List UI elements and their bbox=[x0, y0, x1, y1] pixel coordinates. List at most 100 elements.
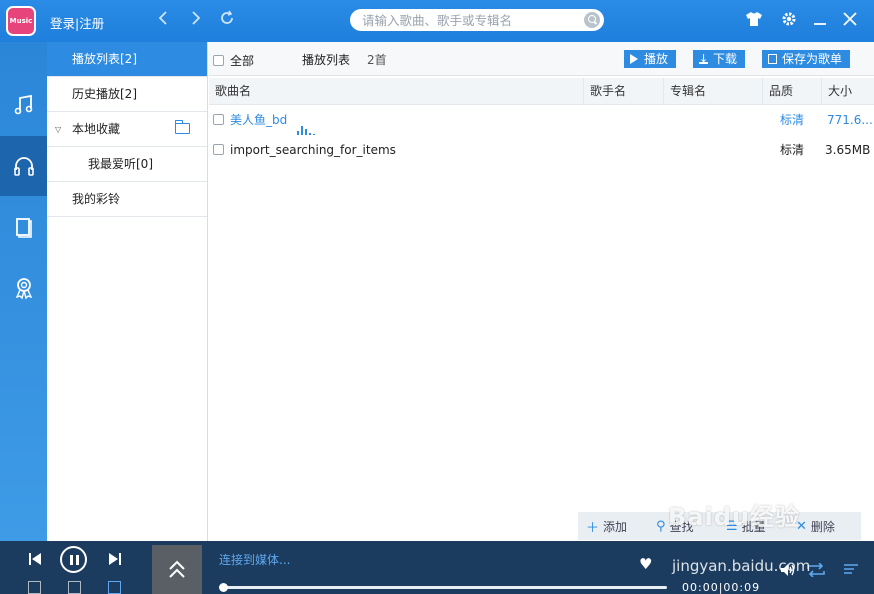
login-register: 登录|注册 bbox=[50, 13, 104, 32]
music-note-icon bbox=[14, 94, 32, 115]
award-icon bbox=[15, 278, 32, 300]
search-icon[interactable] bbox=[584, 12, 600, 28]
register-link[interactable]: 注册 bbox=[79, 16, 104, 31]
song-name-cell: import_searching_for_items bbox=[230, 135, 580, 165]
save-as-list-button[interactable]: 保存为歌单 bbox=[762, 50, 851, 68]
skip-next-icon bbox=[109, 553, 121, 565]
plus-icon: ＋ bbox=[586, 520, 600, 536]
column-album[interactable]: 专辑名 bbox=[663, 78, 762, 105]
title-bar: Music 登录|注册 bbox=[0, 0, 874, 42]
album-cell bbox=[669, 105, 762, 135]
login-link[interactable]: 登录 bbox=[50, 16, 75, 31]
song-name: 美人鱼_bd bbox=[230, 113, 288, 127]
size-cell: 771.6... bbox=[827, 113, 873, 127]
download-icon bbox=[699, 50, 708, 68]
sidebar-item-ringtones[interactable]: 我的彩铃 bbox=[47, 182, 207, 217]
delete-button[interactable]: ✕ 删除 bbox=[796, 518, 858, 535]
close-icon bbox=[843, 12, 857, 26]
table-header: 歌曲名 歌手名 专辑名 品质 大小 bbox=[209, 78, 874, 105]
main-panel: 全部 播放列表 2首 播放 下载 保存为歌单 歌曲名 歌手名 专辑名 品质 大小… bbox=[209, 42, 874, 541]
headphones-icon bbox=[13, 157, 34, 176]
nav-headphones[interactable] bbox=[0, 136, 47, 196]
chevron-left-icon bbox=[158, 11, 167, 25]
sidebar-item-label: 历史播放[2] bbox=[72, 87, 137, 101]
refresh-icon bbox=[221, 10, 233, 24]
gear-icon bbox=[782, 12, 796, 26]
sidebar-item-label: 本地收藏 bbox=[72, 122, 121, 136]
book-icon bbox=[15, 218, 32, 238]
close-button[interactable] bbox=[840, 11, 860, 31]
add-button[interactable]: ＋ 添加 bbox=[586, 517, 648, 536]
table-row[interactable]: import_searching_for_items 标清 3.65MB bbox=[209, 135, 874, 165]
player-status: 连接到媒体... bbox=[219, 553, 291, 567]
row-checkbox[interactable] bbox=[213, 114, 224, 125]
minimize-button[interactable] bbox=[810, 11, 830, 31]
sidebar-item-history[interactable]: 历史播放[2] bbox=[47, 77, 207, 112]
playlist-icon[interactable] bbox=[843, 563, 859, 581]
sidebar-item-label: 我最爱听[0] bbox=[88, 157, 153, 171]
pause-button[interactable] bbox=[60, 546, 87, 573]
add-label: 添加 bbox=[603, 519, 628, 534]
size-cell: 3.65MB bbox=[825, 143, 871, 157]
select-all[interactable]: 全部 bbox=[213, 52, 254, 69]
sidebar-item-playlist[interactable]: 播放列表[2] bbox=[47, 42, 207, 77]
sidebar: 播放列表[2] 历史播放[2] ▽ 本地收藏 我最爱听[0] 我的彩铃 bbox=[47, 42, 208, 541]
next-button[interactable] bbox=[108, 552, 122, 566]
skin-button[interactable] bbox=[744, 11, 764, 31]
nav-icon-bar bbox=[0, 42, 47, 541]
sidebar-item-label: 播放列表[2] bbox=[72, 52, 137, 66]
watermark-brand: Baidu经验 bbox=[668, 503, 800, 531]
delete-label: 删除 bbox=[810, 519, 835, 534]
list-label: 播放列表 bbox=[302, 53, 351, 67]
row-checkbox[interactable] bbox=[213, 144, 224, 155]
playing-equalizer-icon bbox=[297, 106, 317, 135]
download-button[interactable]: 下载 bbox=[693, 50, 746, 68]
refresh-button[interactable] bbox=[218, 10, 236, 30]
search-box bbox=[350, 9, 604, 31]
save-icon bbox=[768, 54, 777, 64]
mini-mode-icon[interactable] bbox=[68, 581, 81, 594]
play-button[interactable]: 播放 bbox=[624, 50, 677, 68]
previous-button[interactable] bbox=[28, 552, 42, 566]
search-icon: ⚲ bbox=[656, 518, 666, 534]
sidebar-item-most-loved[interactable]: 我最爱听[0] bbox=[47, 147, 207, 182]
back-button[interactable] bbox=[154, 10, 172, 30]
album-art[interactable] bbox=[152, 545, 202, 594]
play-icon bbox=[630, 54, 639, 64]
artist-cell bbox=[589, 135, 663, 165]
song-count: 2首 bbox=[367, 53, 387, 67]
table-row[interactable]: 美人鱼_bd 标清 771.6... bbox=[209, 105, 874, 135]
nav-music[interactable] bbox=[0, 75, 47, 135]
search-input[interactable] bbox=[350, 9, 570, 31]
column-quality[interactable]: 品质 bbox=[762, 78, 821, 105]
artist-cell bbox=[589, 105, 663, 135]
folder-icon[interactable] bbox=[174, 120, 190, 134]
logo-text: Music bbox=[9, 17, 33, 25]
song-name: import_searching_for_items bbox=[230, 143, 396, 157]
expand-triangle-icon[interactable]: ▽ bbox=[55, 112, 61, 147]
forward-button[interactable] bbox=[187, 10, 205, 30]
favorite-heart-icon[interactable]: ♥ bbox=[639, 555, 652, 573]
progress-slider[interactable] bbox=[219, 583, 667, 592]
progress-knob[interactable] bbox=[219, 583, 228, 592]
column-song-name[interactable]: 歌曲名 bbox=[209, 78, 583, 105]
nav-library[interactable] bbox=[0, 197, 47, 257]
download-label: 下载 bbox=[713, 52, 738, 66]
shirt-icon bbox=[746, 12, 762, 26]
column-artist[interactable]: 歌手名 bbox=[583, 78, 663, 105]
sidebar-item-label: 我的彩铃 bbox=[72, 192, 121, 206]
album-cell bbox=[669, 135, 762, 165]
select-all-label: 全部 bbox=[230, 54, 255, 68]
select-all-checkbox[interactable] bbox=[213, 55, 224, 66]
column-size[interactable]: 大小 bbox=[821, 78, 874, 105]
skip-previous-icon bbox=[29, 553, 41, 565]
minimize-icon bbox=[814, 23, 826, 25]
sidebar-item-local-favorites[interactable]: ▽ 本地收藏 bbox=[47, 112, 207, 147]
nav-rank[interactable] bbox=[0, 258, 47, 318]
play-time: 00:00|00:09 bbox=[682, 581, 761, 594]
lyrics-icon[interactable] bbox=[28, 581, 41, 594]
settings-button[interactable] bbox=[779, 11, 799, 31]
quality-cell: 标清 bbox=[780, 143, 805, 157]
desktop-lyrics-icon[interactable] bbox=[108, 581, 121, 594]
save-as-list-label: 保存为歌单 bbox=[782, 52, 843, 66]
